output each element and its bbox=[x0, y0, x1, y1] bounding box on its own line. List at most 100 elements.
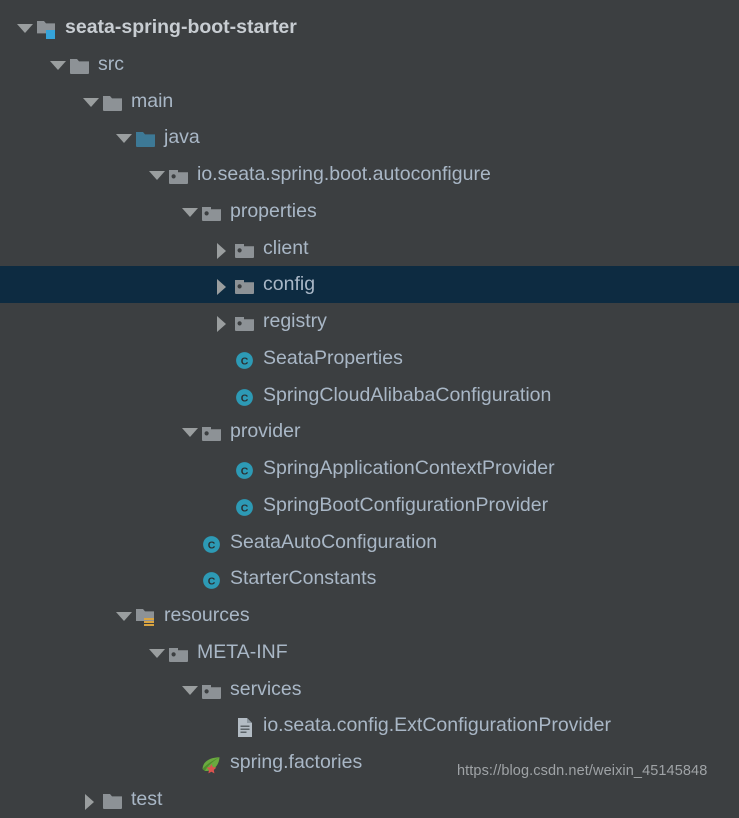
chevron-down-icon[interactable] bbox=[179, 671, 201, 708]
tree-row-label: io.seata.config.ExtConfigurationProvider bbox=[263, 714, 611, 736]
package-icon bbox=[234, 303, 256, 340]
twisty-placeholder bbox=[179, 744, 201, 781]
tree-row[interactable]: test bbox=[0, 781, 739, 818]
tree-row-label: properties bbox=[230, 200, 317, 222]
tree-row-label: registry bbox=[263, 310, 327, 332]
tree-row-label: services bbox=[230, 678, 302, 700]
twisty-placeholder bbox=[179, 524, 201, 561]
tree-row[interactable]: src bbox=[0, 46, 739, 83]
tree-row-label: SpringApplicationContextProvider bbox=[263, 457, 555, 479]
tree-row-label: SpringCloudAlibabaConfiguration bbox=[263, 384, 552, 406]
java-class-icon: C bbox=[201, 560, 223, 597]
tree-row-label: StarterConstants bbox=[230, 567, 377, 589]
project-tree-panel[interactable]: seata-spring-boot-starter src main java io.s… bbox=[0, 0, 739, 810]
twisty-placeholder bbox=[212, 340, 234, 377]
resource-root-folder-icon bbox=[135, 597, 157, 634]
tree-row[interactable]: resources bbox=[0, 597, 739, 634]
java-class-icon: C bbox=[234, 487, 256, 524]
svg-text:C: C bbox=[241, 393, 249, 405]
twisty-placeholder bbox=[212, 707, 234, 744]
tree-row[interactable]: client bbox=[0, 230, 739, 267]
tree-row[interactable]: seata-spring-boot-starter bbox=[0, 9, 739, 46]
tree-row-label: provider bbox=[230, 420, 301, 442]
chevron-right-icon[interactable] bbox=[212, 230, 234, 267]
tree-row-label: META-INF bbox=[197, 641, 288, 663]
spring-file-icon bbox=[201, 744, 223, 781]
tree-row-label: main bbox=[131, 90, 174, 112]
module-folder-icon bbox=[36, 9, 58, 46]
package-icon bbox=[234, 266, 256, 303]
tree-row[interactable]: main bbox=[0, 83, 739, 120]
package-icon bbox=[168, 634, 190, 671]
tree-row-label: src bbox=[98, 53, 124, 75]
tree-row[interactable]: provider bbox=[0, 413, 739, 450]
svg-text:C: C bbox=[241, 356, 249, 368]
tree-row[interactable]: config bbox=[0, 266, 739, 303]
chevron-right-icon[interactable] bbox=[212, 303, 234, 340]
chevron-down-icon[interactable] bbox=[179, 193, 201, 230]
tree-row-label: SeataProperties bbox=[263, 347, 403, 369]
tree-row[interactable]: C StarterConstants bbox=[0, 560, 739, 597]
tree-row[interactable]: registry bbox=[0, 303, 739, 340]
tree-row-label: seata-spring-boot-starter bbox=[65, 16, 297, 38]
chevron-right-icon[interactable] bbox=[212, 266, 234, 303]
tree-row[interactable]: C SeataAutoConfiguration bbox=[0, 524, 739, 561]
tree-row[interactable]: C SpringCloudAlibabaConfiguration bbox=[0, 377, 739, 414]
chevron-down-icon[interactable] bbox=[113, 597, 135, 634]
tree-row[interactable]: C SpringApplicationContextProvider bbox=[0, 450, 739, 487]
watermark-text: https://blog.csdn.net/weixin_45145848 bbox=[457, 763, 708, 779]
source-root-folder-icon bbox=[135, 119, 157, 156]
tree-row[interactable]: META-INF bbox=[0, 634, 739, 671]
tree-row[interactable]: io.seata.config.ExtConfigurationProvider bbox=[0, 707, 739, 744]
package-icon bbox=[234, 230, 256, 267]
package-icon bbox=[201, 193, 223, 230]
chevron-down-icon[interactable] bbox=[80, 83, 102, 120]
tree-row-label: client bbox=[263, 237, 309, 259]
chevron-down-icon[interactable] bbox=[113, 119, 135, 156]
tree-row[interactable]: services bbox=[0, 671, 739, 708]
tree-row-label: resources bbox=[164, 604, 250, 626]
tree-row-label: spring.factories bbox=[230, 751, 363, 773]
package-icon bbox=[168, 156, 190, 193]
tree-row[interactable]: properties bbox=[0, 193, 739, 230]
package-icon bbox=[201, 671, 223, 708]
tree-row-label: test bbox=[131, 788, 163, 810]
twisty-placeholder bbox=[179, 560, 201, 597]
tree-row[interactable]: C SpringBootConfigurationProvider bbox=[0, 487, 739, 524]
tree-row[interactable]: C SeataProperties bbox=[0, 340, 739, 377]
chevron-down-icon[interactable] bbox=[146, 156, 168, 193]
tree-row[interactable]: io.seata.spring.boot.autoconfigure bbox=[0, 156, 739, 193]
chevron-right-icon[interactable] bbox=[80, 781, 102, 818]
twisty-placeholder bbox=[212, 487, 234, 524]
chevron-down-icon[interactable] bbox=[146, 634, 168, 671]
chevron-down-icon[interactable] bbox=[47, 46, 69, 83]
twisty-placeholder bbox=[212, 450, 234, 487]
folder-icon bbox=[69, 46, 91, 83]
svg-text:C: C bbox=[208, 540, 216, 552]
svg-text:C: C bbox=[208, 576, 216, 588]
text-file-icon bbox=[234, 707, 256, 744]
chevron-down-icon[interactable] bbox=[179, 413, 201, 450]
twisty-placeholder bbox=[212, 377, 234, 414]
tree-row[interactable]: java bbox=[0, 119, 739, 156]
chevron-down-icon[interactable] bbox=[14, 9, 36, 46]
java-class-icon: C bbox=[234, 377, 256, 414]
tree-row-label: java bbox=[164, 126, 200, 148]
